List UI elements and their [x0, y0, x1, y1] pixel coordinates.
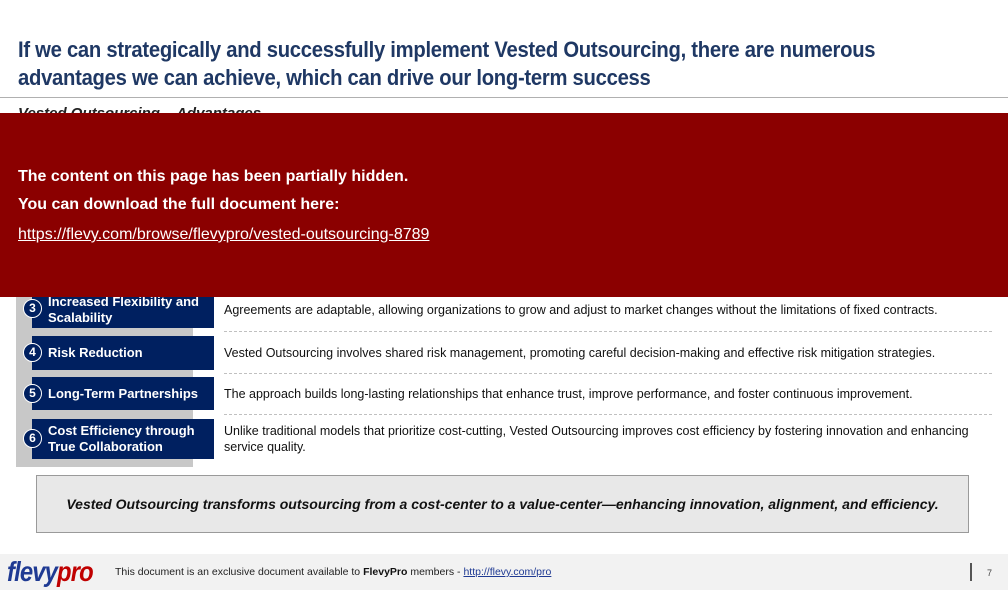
flevypro-logo[interactable]: flevypro — [7, 556, 94, 588]
row-divider — [224, 331, 992, 332]
row-divider — [224, 414, 992, 415]
footer-text-after: members - — [407, 566, 464, 578]
footer-text-before: This document is an exclusive document a… — [115, 566, 364, 578]
footer-brand: FlevyPro — [363, 566, 408, 578]
download-link[interactable]: https://flevy.com/browse/flevypro/vested… — [18, 226, 429, 244]
advantage-label-text: Long-Term Partnerships — [48, 385, 199, 401]
advantage-label: Long-Term Partnerships — [32, 377, 214, 410]
number-badge: 5 — [23, 384, 42, 403]
advantage-description: Agreements are adaptable, allowing organ… — [224, 303, 938, 317]
overlay-instruction: You can download the full document here: — [18, 196, 340, 213]
advantage-description: Unlike traditional models that prioritiz… — [224, 424, 969, 454]
advantage-description: Vested Outsourcing involves shared risk … — [224, 346, 936, 360]
advantage-label: Increased Flexibility and Scalability — [32, 292, 214, 328]
title-divider — [0, 97, 1008, 98]
footer-link[interactable]: http://flevy.com/pro — [463, 566, 551, 578]
summary-callout: Vested Outsourcing transforms outsourcin… — [36, 475, 969, 533]
advantage-label-text: Increased Flexibility and Scalability — [48, 294, 199, 325]
advantage-description: The approach builds long-lasting relatio… — [224, 386, 913, 401]
footer-notice: This document is an exclusive document a… — [115, 566, 551, 578]
advantage-label-text: Cost Efficiency through True Collaborati… — [48, 423, 195, 454]
footer-divider — [970, 563, 972, 581]
number-badge: 3 — [23, 299, 42, 318]
page-number: 7 — [987, 568, 993, 578]
summary-text: Vested Outsourcing transforms outsourcin… — [66, 496, 939, 512]
advantage-label: Risk Reduction — [32, 336, 214, 370]
advantage-label-text: Risk Reduction — [48, 345, 143, 360]
page-title: If we can strategically and successfully… — [18, 37, 876, 90]
number-badge: 6 — [23, 429, 42, 448]
logo-pro: pro — [57, 556, 94, 587]
number-badge: 4 — [23, 343, 42, 362]
row-divider — [224, 373, 992, 374]
overlay-message: The content on this page has been partia… — [18, 168, 409, 185]
logo-flevy: flevy — [7, 556, 58, 587]
advantage-label: Cost Efficiency through True Collaborati… — [32, 419, 214, 459]
